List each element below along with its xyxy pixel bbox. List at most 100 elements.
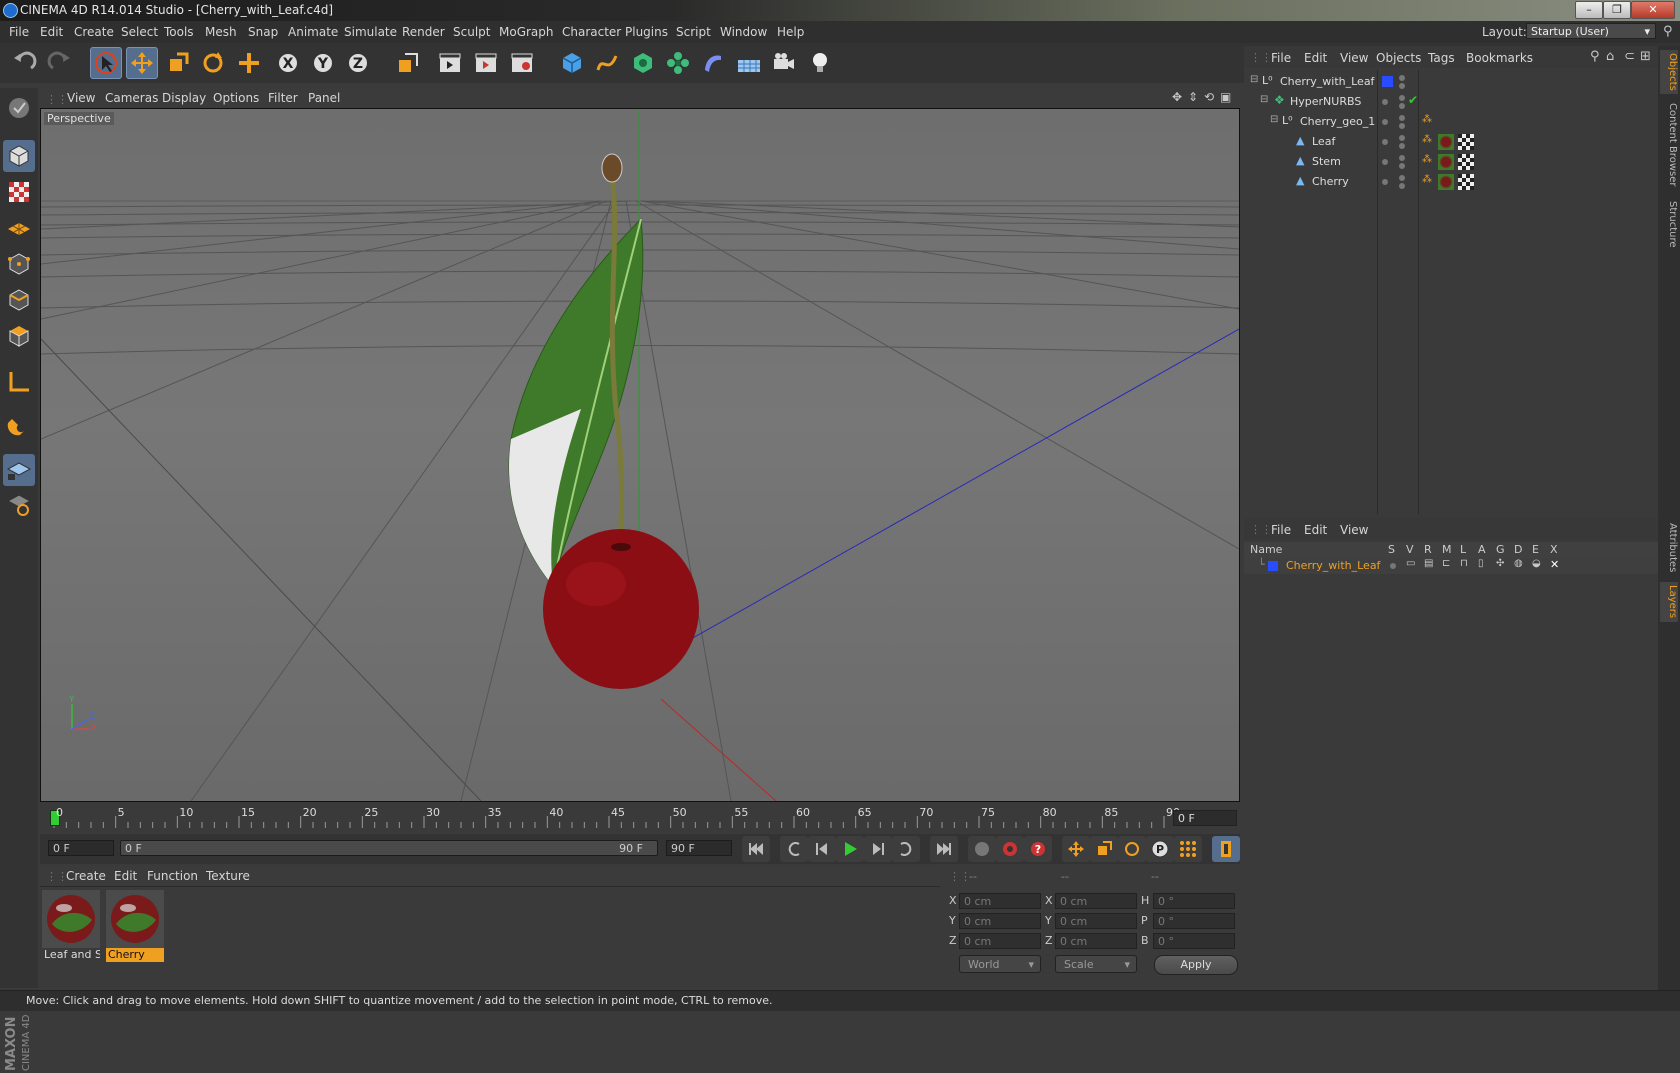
render-visibility-dot[interactable]: [1399, 143, 1405, 149]
menu-sculpt[interactable]: Sculpt: [453, 25, 490, 39]
autokeying-button[interactable]: [996, 836, 1024, 862]
material-tag-icon[interactable]: [1438, 154, 1454, 170]
manager-icon[interactable]: ⊏: [1442, 558, 1450, 569]
material-menu-create[interactable]: Create: [66, 869, 106, 883]
menu-mesh[interactable]: Mesh: [205, 25, 237, 39]
texture-mode-button[interactable]: [3, 176, 35, 208]
previous-keyframe-button[interactable]: [780, 836, 808, 862]
apply-button[interactable]: Apply: [1154, 955, 1238, 975]
record-point-level-button[interactable]: [1174, 836, 1202, 862]
render-visibility-dot[interactable]: [1399, 83, 1405, 89]
column-name[interactable]: Name: [1250, 543, 1282, 556]
position-y-field[interactable]: 0 cm: [959, 913, 1041, 929]
material-menu-edit[interactable]: Edit: [114, 869, 137, 883]
uvw-tag-icon[interactable]: [1458, 134, 1474, 150]
minimize-button[interactable]: –: [1575, 1, 1603, 19]
layer-dot[interactable]: [1382, 159, 1388, 165]
material-cherry[interactable]: Cherry: [106, 890, 164, 962]
layer-dot[interactable]: [1382, 179, 1388, 185]
material-tag-icon[interactable]: [1438, 174, 1454, 190]
object-row-hypernurbs[interactable]: ⊟ ❖ HyperNURBS ✔: [1244, 92, 1658, 112]
material-menu-texture[interactable]: Texture: [206, 869, 250, 883]
timeline-window-button[interactable]: [1212, 836, 1240, 862]
layer-menu-edit[interactable]: Edit: [1304, 523, 1327, 537]
editor-visibility-dot[interactable]: [1399, 175, 1405, 181]
snap-button[interactable]: [3, 410, 35, 442]
material-menu-function[interactable]: Function: [147, 869, 198, 883]
workplane-lock-button[interactable]: [3, 454, 35, 486]
uvw-tag-icon[interactable]: [1458, 174, 1474, 190]
column-deformers[interactable]: D: [1514, 543, 1522, 556]
current-frame-field[interactable]: 0 F: [1173, 810, 1237, 826]
menu-render[interactable]: Render: [402, 25, 445, 39]
edges-mode-button[interactable]: [3, 284, 35, 316]
layer-dot[interactable]: [1382, 99, 1388, 105]
material-leaf-and-stem[interactable]: Leaf and St: [42, 890, 100, 962]
menu-create[interactable]: Create: [74, 25, 114, 39]
menu-tools[interactable]: Tools: [164, 25, 194, 39]
add-cube-button[interactable]: [556, 47, 588, 79]
tab-objects[interactable]: Objects: [1660, 50, 1678, 94]
editor-visibility-dot[interactable]: [1399, 75, 1405, 81]
object-row-leaf[interactable]: ▲ Leaf ⁂: [1244, 132, 1658, 152]
polygons-mode-button[interactable]: [3, 320, 35, 352]
column-xref[interactable]: X: [1550, 543, 1558, 556]
menu-mograph[interactable]: MoGraph: [499, 25, 554, 39]
lock-icon[interactable]: ⊓: [1460, 558, 1468, 569]
rotation-h-field[interactable]: 0 °: [1153, 893, 1235, 909]
xref-icon[interactable]: ✕: [1550, 558, 1559, 571]
record-parameter-button[interactable]: P: [1146, 836, 1174, 862]
record-scale-button[interactable]: [1090, 836, 1118, 862]
render-icon[interactable]: ▤: [1424, 558, 1433, 569]
layer-dot[interactable]: [1382, 119, 1388, 125]
add-floor-button[interactable]: [733, 47, 765, 79]
layer-color-swatch[interactable]: [1268, 561, 1278, 571]
scale-tool-button[interactable]: [162, 47, 194, 79]
eye-icon[interactable]: ▭: [1406, 558, 1415, 569]
previous-frame-button[interactable]: [808, 836, 836, 862]
material-tag-icon[interactable]: [1438, 134, 1454, 150]
next-frame-button[interactable]: [864, 836, 892, 862]
viewport-rotate-icon[interactable]: ⟲: [1204, 90, 1214, 104]
render-settings-button[interactable]: [506, 47, 538, 79]
add-nurbs-button[interactable]: [627, 47, 659, 79]
size-x-field[interactable]: 0 cm: [1055, 893, 1137, 909]
menu-snap[interactable]: Snap: [248, 25, 278, 39]
film-icon[interactable]: ▯: [1478, 558, 1484, 569]
size-mode-select[interactable]: Scale ▾: [1055, 955, 1137, 973]
axis-mode-button[interactable]: [3, 366, 35, 398]
menu-help[interactable]: Help: [777, 25, 804, 39]
render-to-picture-viewer-button[interactable]: [470, 47, 502, 79]
editor-visibility-dot[interactable]: [1399, 135, 1405, 141]
phong-tag-icon[interactable]: ⁂: [1422, 114, 1432, 125]
object-menu-objects[interactable]: Objects: [1376, 51, 1421, 65]
frame-range-slider[interactable]: 0 F 90 F: [120, 840, 658, 856]
add-deformer-button[interactable]: [697, 47, 729, 79]
viewport-maximize-icon[interactable]: ▣: [1220, 90, 1231, 104]
editor-visibility-dot[interactable]: [1399, 95, 1405, 101]
position-x-field[interactable]: 0 cm: [959, 893, 1041, 909]
coordinate-system-button[interactable]: [392, 47, 424, 79]
next-keyframe-button[interactable]: [892, 836, 920, 862]
go-to-end-button[interactable]: [930, 836, 958, 862]
maximize-button[interactable]: ❐: [1603, 1, 1631, 19]
layer-row-cherry-with-leaf[interactable]: └ Cherry_with_Leaf ▭ ▤ ⊏ ⊓ ▯ ✣ ◍ ◒ ✕: [1244, 558, 1658, 574]
rotation-b-field[interactable]: 0 °: [1153, 933, 1235, 949]
layout-select[interactable]: Startup (User) ▾: [1526, 23, 1656, 39]
column-expressions[interactable]: E: [1532, 543, 1539, 556]
collapse-icon[interactable]: ⊟: [1270, 114, 1278, 125]
play-button[interactable]: [836, 836, 864, 862]
close-button[interactable]: ✕: [1631, 1, 1675, 19]
viewport-menu-filter[interactable]: Filter: [268, 91, 298, 105]
search-icon[interactable]: ⚲: [1663, 24, 1673, 39]
add-array-button[interactable]: [662, 47, 694, 79]
menu-simulate[interactable]: Simulate: [344, 25, 397, 39]
layer-dot[interactable]: [1382, 139, 1388, 145]
points-mode-button[interactable]: [3, 248, 35, 280]
menu-edit[interactable]: Edit: [40, 25, 63, 39]
max-frame-field[interactable]: 90 F: [666, 840, 732, 856]
column-manager[interactable]: M: [1442, 543, 1452, 556]
column-view[interactable]: V: [1406, 543, 1414, 556]
layer-color-swatch[interactable]: [1382, 76, 1393, 87]
viewport-perspective[interactable]: Perspective Y X Z: [40, 108, 1240, 802]
